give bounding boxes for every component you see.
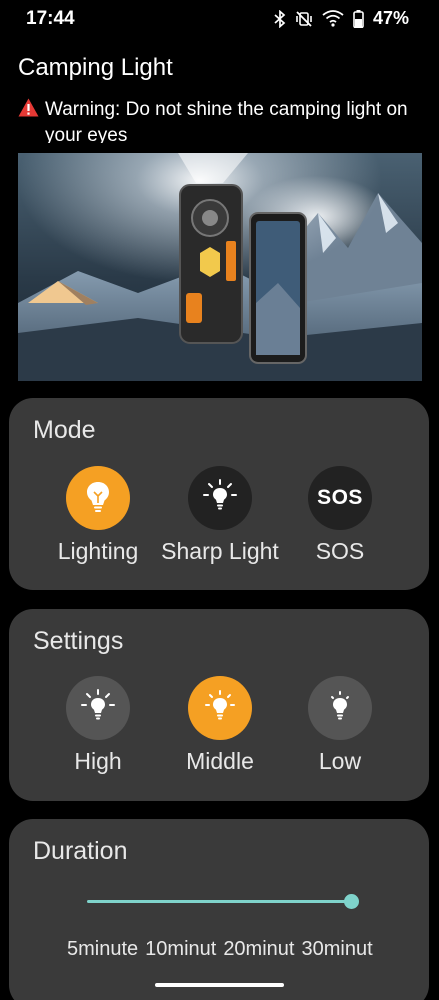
status-bar: 17:44 47% [0, 0, 439, 40]
duration-ticks: 5minute 10minut 20minut 30minut [67, 938, 373, 961]
bulb-low-icon [322, 688, 358, 729]
settings-card: Settings High Middle Low [9, 609, 429, 801]
warning-text: Warning: Do not shine the camping light … [45, 99, 408, 143]
duration-slider-thumb[interactable] [344, 894, 359, 909]
wifi-icon [322, 10, 344, 27]
warning-message: Warning: Do not shine the camping light … [18, 97, 428, 143]
bulb-high-icon [80, 688, 116, 729]
page-title: Camping Light [18, 54, 173, 81]
home-indicator[interactable] [155, 983, 284, 987]
mode-option-sharp-light[interactable]: Sharp Light [150, 466, 290, 565]
mode-sharp-light-button[interactable] [188, 466, 252, 530]
duration-title: Duration [33, 837, 128, 865]
settings-option-high[interactable]: High [28, 676, 168, 775]
settings-low-button[interactable] [308, 676, 372, 740]
vibrate-off-icon [295, 10, 313, 28]
duration-tick-20minut[interactable]: 20minut [223, 938, 294, 961]
mode-sos-label: SOS [315, 538, 365, 564]
duration-tick-10minut[interactable]: 10minut [145, 938, 216, 961]
settings-option-middle[interactable]: Middle [150, 676, 290, 775]
mode-option-sos[interactable]: SOS SOS [270, 466, 410, 565]
warning-icon [18, 98, 39, 122]
mode-sos-button[interactable]: SOS [308, 466, 372, 530]
mode-sharp-light-label: Sharp Light [161, 538, 279, 564]
bluetooth-icon [274, 9, 286, 28]
settings-low-label: Low [318, 748, 362, 774]
settings-middle-button[interactable] [188, 676, 252, 740]
mode-lighting-button[interactable] [66, 466, 130, 530]
duration-tick-30minut[interactable]: 30minut [301, 938, 372, 961]
bulb-icon [83, 479, 113, 518]
mode-title: Mode [33, 416, 96, 444]
settings-title: Settings [33, 627, 124, 655]
hero-image [18, 153, 422, 381]
bright-bulb-icon [202, 478, 238, 519]
battery-percent: 47% [372, 8, 409, 28]
settings-high-label: High [74, 748, 122, 774]
mode-card: Mode Lighting Sharp Light SOS SOS [9, 398, 429, 590]
sos-icon: SOS [317, 486, 363, 509]
status-time: 17:44 [26, 8, 75, 29]
mode-option-lighting[interactable]: Lighting [28, 466, 168, 565]
duration-slider-track[interactable] [87, 900, 352, 903]
settings-high-button[interactable] [66, 676, 130, 740]
mode-lighting-label: Lighting [57, 538, 139, 564]
settings-option-low[interactable]: Low [270, 676, 410, 775]
status-icons: 47% [274, 8, 409, 29]
duration-tick-5minute[interactable]: 5minute [67, 938, 138, 961]
settings-middle-label: Middle [186, 748, 254, 774]
duration-card: Duration 5minute 10minut 20minut 30minut [9, 819, 429, 1000]
bulb-middle-icon [202, 688, 238, 729]
battery-icon [353, 9, 364, 28]
